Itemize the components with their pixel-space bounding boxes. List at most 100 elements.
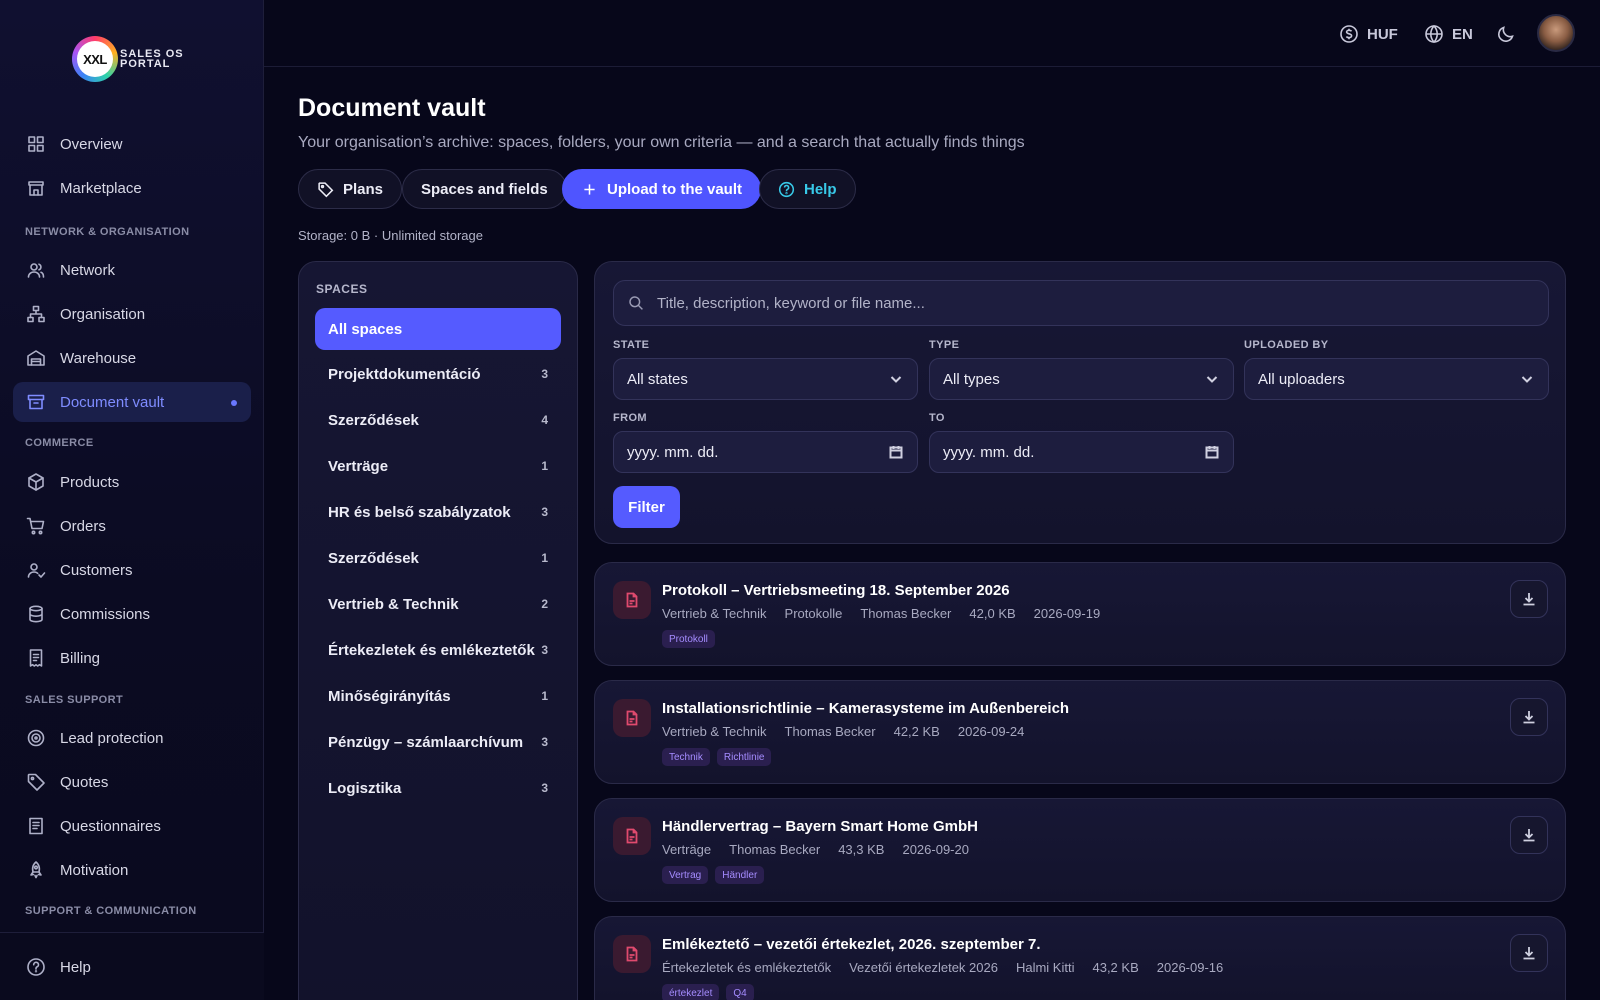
logo-line-2: PORTAL [120, 58, 171, 70]
sidebar-item-help[interactable]: Help [13, 947, 251, 987]
chevron-down-icon [1206, 376, 1218, 383]
storage-info: Storage: 0 B · Unlimited storage [298, 228, 483, 243]
page-title: Document vault [298, 94, 486, 122]
document-card[interactable]: Installationsrichtlinie – Kamerasysteme … [594, 680, 1566, 784]
filter-button[interactable]: Filter [613, 486, 680, 528]
document-title[interactable]: Installationsrichtlinie – Kamerasysteme … [662, 700, 1069, 717]
help-button-label: Help [804, 180, 837, 198]
language-switcher[interactable]: EN [1424, 22, 1473, 46]
space-item[interactable]: Logisztika 3 [315, 767, 561, 809]
plans-button[interactable]: Plans [298, 169, 403, 209]
space-item[interactable]: Projektdokumentáció 3 [315, 353, 561, 395]
download-icon [1523, 711, 1535, 724]
sidebar-item-products[interactable]: Products [13, 462, 251, 502]
document-tag[interactable]: Q4 [726, 984, 754, 1000]
file-icon [613, 817, 651, 855]
sidebar-item-commissions[interactable]: Commissions [13, 594, 251, 634]
cart-icon [26, 516, 46, 536]
sidebar-item-label: Billing [60, 649, 101, 667]
sidebar-item-motivation[interactable]: Motivation [13, 850, 251, 890]
download-button[interactable] [1510, 580, 1548, 618]
document-size: 42,0 KB [969, 606, 1016, 621]
document-tag[interactable]: Technik [662, 748, 710, 766]
spaces-and-fields-button[interactable]: Spaces and fields [402, 169, 567, 209]
document-tag[interactable]: Händler [715, 866, 765, 884]
space-item[interactable]: HR és belső szabályzatok 3 [315, 491, 561, 533]
upload-button[interactable]: Upload to the vault [562, 169, 761, 209]
download-button[interactable] [1510, 934, 1548, 972]
to-date-placeholder: yyyy. mm. dd. [943, 443, 1035, 461]
document-title[interactable]: Händlervertrag – Bayern Smart Home GmbH [662, 818, 978, 835]
sidebar-item-orders[interactable]: Orders [13, 506, 251, 546]
document-card[interactable]: Händlervertrag – Bayern Smart Home GmbH … [594, 798, 1566, 902]
currency-switcher[interactable]: HUF [1339, 22, 1398, 46]
sidebar-item-lead-protection[interactable]: Lead protection [13, 718, 251, 758]
active-indicator-dot [231, 400, 237, 406]
search-input[interactable]: Title, description, keyword or file name… [613, 280, 1549, 326]
document-title[interactable]: Protokoll – Vertriebsmeeting 18. Septemb… [662, 582, 1010, 599]
type-select-value: All types [943, 370, 1000, 388]
user-avatar[interactable] [1537, 14, 1575, 52]
plans-button-label: Plans [343, 180, 384, 198]
document-meta: Értekezletek és emlékeztetők Vezetői ért… [662, 960, 1241, 975]
document-tag[interactable]: Protokoll [662, 630, 715, 648]
logo-mark: XXL [72, 36, 118, 82]
space-item[interactable]: Minőségirányítás 1 [315, 675, 561, 717]
help-button[interactable]: Help [759, 169, 856, 209]
upload-button-label: Upload to the vault [607, 180, 742, 198]
space-count: 1 [541, 689, 548, 703]
document-tag[interactable]: Richtlinie [716, 748, 772, 766]
customers-icon [26, 560, 46, 580]
sidebar-item-label: Warehouse [60, 349, 137, 367]
sidebar-item-warehouse[interactable]: Warehouse [13, 338, 251, 378]
calendar-icon [1205, 446, 1219, 459]
document-tag[interactable]: Vertrag [662, 866, 709, 884]
uploader-select[interactable]: All uploaders [1244, 358, 1549, 400]
space-item-all[interactable]: All spaces [315, 308, 561, 350]
theme-toggle[interactable] [1496, 22, 1524, 46]
space-item[interactable]: Verträge 1 [315, 445, 561, 487]
state-select[interactable]: All states [613, 358, 918, 400]
space-item[interactable]: Vertrieb & Technik 2 [315, 583, 561, 625]
document-tags: Vertrag Händler [662, 866, 771, 884]
logo-mark-text: XXL [77, 41, 113, 77]
space-item[interactable]: Szerződések 1 [315, 537, 561, 579]
document-size: 43,2 KB [1092, 960, 1139, 975]
sidebar-item-label: Help [60, 958, 91, 976]
to-date-field[interactable]: yyyy. mm. dd. [929, 431, 1234, 473]
nav-section-commerce: COMMERCE [25, 437, 94, 449]
download-button[interactable] [1510, 816, 1548, 854]
sidebar-item-network[interactable]: Network [13, 250, 251, 290]
space-item[interactable]: Értekezletek és emlékeztetők 3 [315, 629, 561, 671]
download-button[interactable] [1510, 698, 1548, 736]
space-item[interactable]: Szerződések 4 [315, 399, 561, 441]
billing-icon [26, 648, 46, 668]
sidebar-item-overview[interactable]: Overview [13, 124, 251, 164]
sidebar-item-billing[interactable]: Billing [13, 638, 251, 678]
file-icon [613, 581, 651, 619]
space-count: 3 [541, 735, 548, 749]
network-icon [26, 260, 46, 280]
document-date: 2026-09-16 [1156, 960, 1224, 975]
space-count: 1 [541, 551, 548, 565]
from-date-field[interactable]: yyyy. mm. dd. [613, 431, 918, 473]
sidebar-item-marketplace[interactable]: Marketplace [13, 168, 251, 208]
type-select[interactable]: All types [929, 358, 1234, 400]
sidebar-item-customers[interactable]: Customers [13, 550, 251, 590]
top-bar [264, 0, 1600, 67]
document-tag[interactable]: értekezlet [662, 984, 720, 1000]
document-card[interactable]: Protokoll – Vertriebsmeeting 18. Septemb… [594, 562, 1566, 666]
document-date: 2026-09-19 [1033, 606, 1101, 621]
chevron-down-icon [890, 376, 902, 383]
space-item[interactable]: Pénzügy – számlaarchívum 3 [315, 721, 561, 763]
space-count: 3 [541, 781, 548, 795]
document-space: Értekezletek és emlékeztetők [662, 960, 832, 975]
brand-logo[interactable]: XXL SALES OS PORTAL [72, 36, 202, 82]
document-card[interactable]: Emlékeztető – vezetői értekezlet, 2026. … [594, 916, 1566, 1000]
document-title[interactable]: Emlékeztető – vezetői értekezlet, 2026. … [662, 936, 1041, 953]
sidebar-item-quotes[interactable]: Quotes [13, 762, 251, 802]
spaces-panel: SPACES All spaces Projektdokumentáció 3 … [298, 261, 578, 1000]
sidebar-item-document-vault[interactable]: Document vault [13, 382, 251, 422]
sidebar-item-questionnaires[interactable]: Questionnaires [13, 806, 251, 846]
sidebar-item-organisation[interactable]: Organisation [13, 294, 251, 334]
